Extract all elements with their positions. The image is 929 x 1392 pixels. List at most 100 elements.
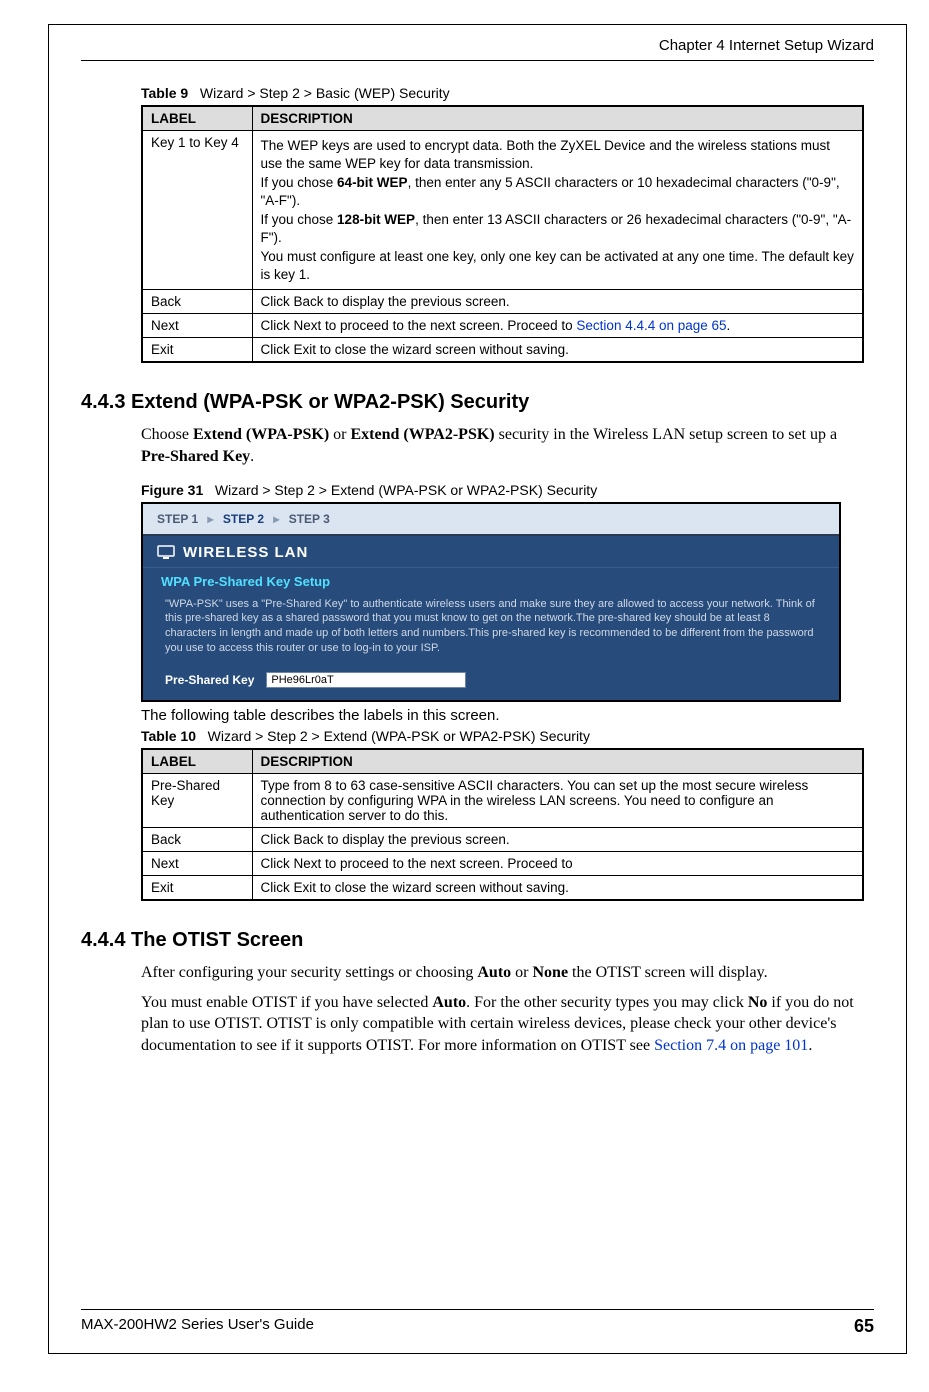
table-row: Back Click Back to display the previous … [142, 828, 863, 852]
text-span: If you chose [261, 175, 338, 190]
table-row: Key 1 to Key 4 The WEP keys are used to … [142, 131, 863, 290]
text-span: You must enable OTIST if you have select… [141, 994, 432, 1011]
figure31-caption-text: Wizard > Step 2 > Extend (WPA-PSK or WPA… [215, 482, 597, 498]
cross-ref-link[interactable]: Section 7.4 on page 101 [654, 1037, 808, 1054]
footer-guide-name: MAX-200HW2 Series User's Guide [81, 1316, 314, 1337]
table9-exit-label: Exit [142, 338, 252, 363]
psk-row: Pre-Shared Key [143, 666, 839, 700]
table9-key-label: Key 1 to Key 4 [142, 131, 252, 290]
psk-input[interactable] [266, 672, 466, 688]
table9-col-label: LABEL [142, 106, 252, 131]
table9-caption-text: Wizard > Step 2 > Basic (WEP) Security [200, 85, 450, 101]
text-span: Click [261, 342, 294, 357]
wizard-title-bar: WIRELESS LAN [143, 536, 839, 568]
text-span: to display the previous screen. [324, 294, 510, 309]
table10-caption-text: Wizard > Step 2 > Extend (WPA-PSK or WPA… [208, 728, 590, 744]
table10-caption: Table 10 Wizard > Step 2 > Extend (WPA-P… [141, 728, 864, 744]
wizard-step-bar: STEP 1 ▸ STEP 2 ▸ STEP 3 [143, 504, 839, 536]
table-row: Next Click Next to proceed to the next s… [142, 314, 863, 338]
step3-label: STEP 3 [289, 512, 330, 526]
wizard-body-text: "WPA-PSK" uses a "Pre-Shared Key" to aut… [143, 591, 839, 666]
text-span: Click [261, 856, 294, 871]
table9-back-label: Back [142, 290, 252, 314]
text-span: Exit [294, 342, 317, 357]
table10-psk-label: Pre-Shared Key [142, 774, 252, 828]
psk-label: Pre-Shared Key [165, 673, 254, 687]
table10-caption-prefix: Table 10 [141, 728, 196, 744]
table9-header-row: LABEL DESCRIPTION [142, 106, 863, 131]
section-4.4.3-p1: Choose Extend (WPA-PSK) or Extend (WPA2-… [141, 424, 864, 467]
table-row: Exit Click Exit to close the wizard scre… [142, 338, 863, 363]
text-span: Auto [477, 964, 511, 981]
table10-header-row: LABEL DESCRIPTION [142, 749, 863, 774]
table10-psk-desc: Type from 8 to 63 case-sensitive ASCII c… [252, 774, 863, 828]
table10-back-desc: Click Back to display the previous scree… [252, 828, 863, 852]
table-row: Back Click Back to display the previous … [142, 290, 863, 314]
section-4.4.4-p2: You must enable OTIST if you have select… [141, 992, 864, 1057]
table10-back-label: Back [142, 828, 252, 852]
text-span: Click [261, 880, 294, 895]
table-row: Pre-Shared Key Type from 8 to 63 case-se… [142, 774, 863, 828]
text-span: . [727, 318, 731, 333]
text-span: to display the previous screen. [324, 832, 510, 847]
page-frame: Chapter 4 Internet Setup Wizard Table 9 … [48, 24, 907, 1354]
monitor-icon [157, 545, 175, 559]
table9-back-desc: Click Back to display the previous scree… [252, 290, 863, 314]
table10-exit-label: Exit [142, 876, 252, 901]
text-span: Click [261, 832, 294, 847]
table9-next-label: Next [142, 314, 252, 338]
text-span: Pre-Shared Key [141, 448, 250, 465]
text-span: to proceed to the next screen. Proceed t… [321, 856, 572, 871]
text-span: Click [261, 294, 294, 309]
step1-label: STEP 1 [157, 512, 198, 526]
table9-exit-desc: Click Exit to close the wizard screen wi… [252, 338, 863, 363]
section-4.4.3-heading: 4.4.3 Extend (WPA-PSK or WPA2-PSK) Secur… [81, 391, 864, 414]
text-span: Extend (WPA-PSK) [193, 426, 329, 443]
text-span: 128-bit WEP [337, 212, 415, 227]
text-span: If you chose [261, 212, 338, 227]
cross-ref-link[interactable]: Section 4.4.4 on page 65 [576, 318, 726, 333]
running-header: Chapter 4 Internet Setup Wizard [81, 37, 874, 61]
text-span: to close the wizard screen without savin… [316, 880, 569, 895]
text-span: to close the wizard screen without savin… [316, 342, 569, 357]
step2-label: STEP 2 [223, 512, 264, 526]
table10: LABEL DESCRIPTION Pre-Shared Key Type fr… [141, 748, 864, 901]
text-span: Choose [141, 426, 193, 443]
table10-exit-desc: Click Exit to close the wizard screen wi… [252, 876, 863, 901]
table10-next-desc: Click Next to proceed to the next screen… [252, 852, 863, 876]
text-span: No [748, 994, 768, 1011]
text-span: 64-bit WEP [337, 175, 408, 190]
table10-next-label: Next [142, 852, 252, 876]
text-span: Click [261, 318, 294, 333]
table9-key-desc: The WEP keys are used to encrypt data. B… [252, 131, 863, 290]
arrow-icon: ▸ [207, 512, 213, 526]
table9-caption: Table 9 Wizard > Step 2 > Basic (WEP) Se… [141, 85, 864, 101]
footer-page-number: 65 [854, 1316, 874, 1337]
page-footer: MAX-200HW2 Series User's Guide 65 [81, 1309, 874, 1337]
text-span: . For the other security types you may c… [466, 994, 748, 1011]
wizard-title-text: WIRELESS LAN [183, 544, 308, 561]
wizard-subtitle: WPA Pre-Shared Key Setup [143, 568, 839, 591]
figure31-caption-prefix: Figure 31 [141, 482, 203, 498]
table9-key-p3: If you chose 128-bit WEP, then enter 13 … [261, 211, 855, 246]
text-span: the OTIST screen will display. [568, 964, 768, 981]
table9-key-p4: You must configure at least one key, onl… [261, 248, 855, 283]
table10-col-desc: DESCRIPTION [252, 749, 863, 774]
figure31-caption: Figure 31 Wizard > Step 2 > Extend (WPA-… [141, 482, 864, 498]
text-span: security in the Wireless LAN setup scree… [495, 426, 838, 443]
table9-caption-prefix: Table 9 [141, 85, 188, 101]
table9: LABEL DESCRIPTION Key 1 to Key 4 The WEP… [141, 105, 864, 363]
text-span: or [329, 426, 350, 443]
chapter-title: Chapter 4 Internet Setup Wizard [659, 37, 874, 54]
table10-intro: The following table describes the labels… [141, 706, 864, 726]
table10-col-label: LABEL [142, 749, 252, 774]
table9-key-p2: If you chose 64-bit WEP, then enter any … [261, 174, 855, 209]
text-span: None [532, 964, 568, 981]
table-row: Exit Click Exit to close the wizard scre… [142, 876, 863, 901]
text-span: Exit [294, 880, 317, 895]
text-span: Next [294, 856, 322, 871]
section-4.4.4-heading: 4.4.4 The OTIST Screen [81, 929, 864, 952]
content-area: Table 9 Wizard > Step 2 > Basic (WEP) Se… [81, 79, 874, 1309]
table9-col-desc: DESCRIPTION [252, 106, 863, 131]
text-span: Extend (WPA2-PSK) [350, 426, 494, 443]
